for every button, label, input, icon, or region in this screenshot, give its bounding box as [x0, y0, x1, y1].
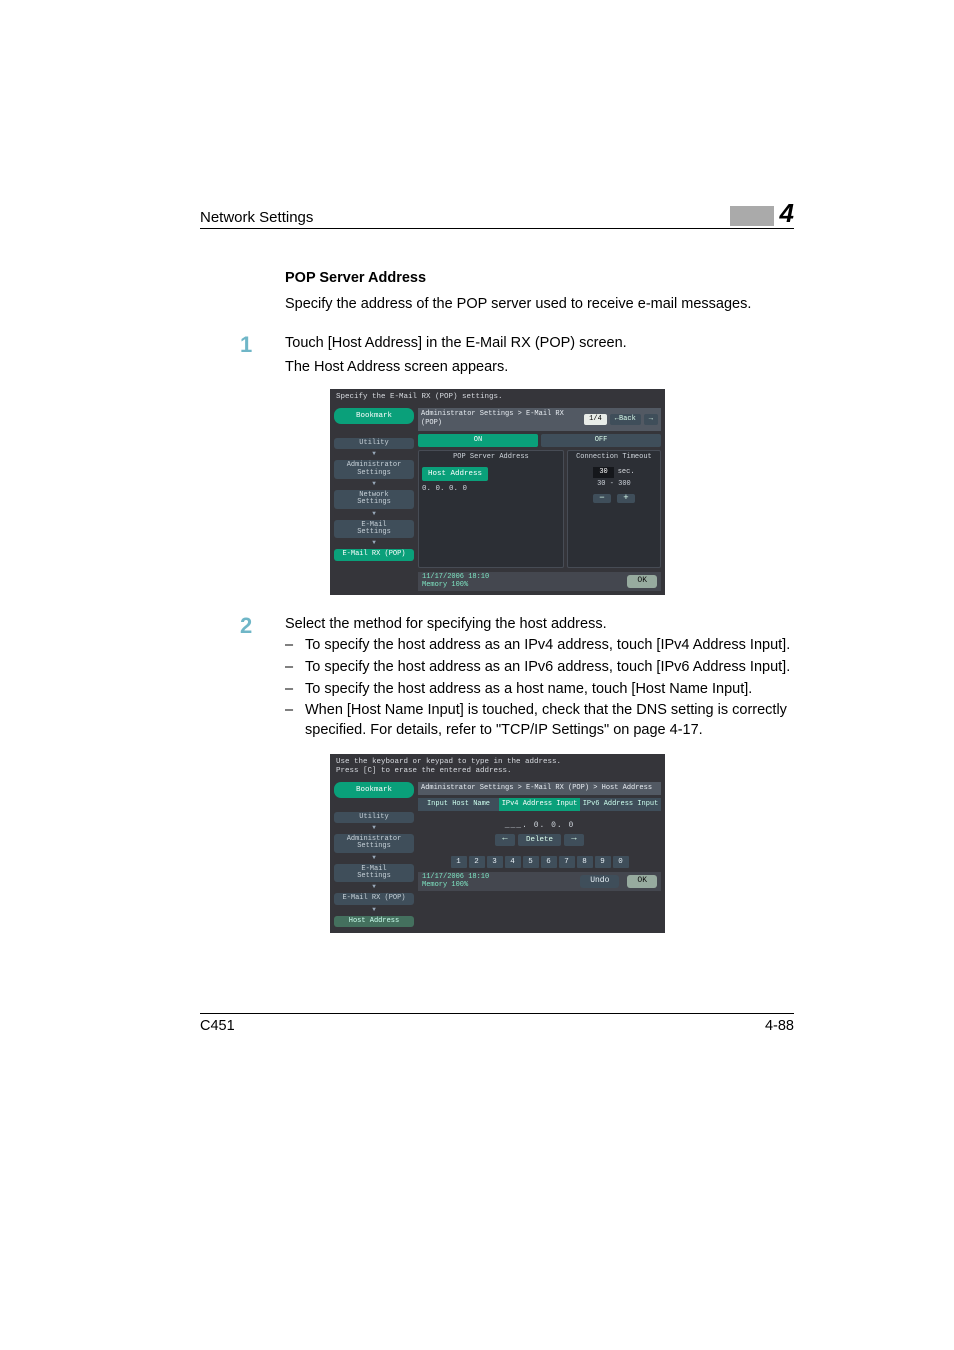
- topic-title: POP Server Address: [285, 269, 794, 289]
- panel1-instruction: Specify the E-Mail RX (POP) settings.: [330, 389, 665, 408]
- cursor-left-button[interactable]: ←: [495, 834, 515, 846]
- minus-button[interactable]: −: [593, 494, 611, 504]
- on-button[interactable]: ON: [418, 434, 538, 447]
- side-admin-settings[interactable]: Administrator Settings: [334, 460, 414, 479]
- side-email-settings[interactable]: E-Mail Settings: [334, 864, 414, 883]
- key-1[interactable]: 1: [451, 856, 467, 868]
- side-email-rx-pop[interactable]: E-Mail RX (POP): [334, 549, 414, 560]
- section-title: Network Settings: [200, 209, 313, 226]
- timeout-range: 30 - 300: [571, 480, 657, 489]
- chevron-down-icon: ▼: [334, 451, 414, 457]
- side-admin-settings[interactable]: Administrator Settings: [334, 834, 414, 853]
- footer-page: 4-88: [765, 1018, 794, 1034]
- key-5[interactable]: 5: [523, 856, 539, 868]
- key-8[interactable]: 8: [577, 856, 593, 868]
- ok-button[interactable]: OK: [627, 575, 657, 588]
- back-button[interactable]: ←Back: [610, 414, 641, 425]
- off-button[interactable]: OFF: [541, 434, 661, 447]
- breadcrumb: Administrator Settings > E-Mail RX (POP)…: [421, 784, 658, 793]
- forward-button[interactable]: →: [644, 414, 658, 425]
- side-utility[interactable]: Utility: [334, 812, 414, 823]
- chevron-down-icon: ▼: [334, 855, 414, 861]
- side-network-settings[interactable]: Network Settings: [334, 490, 414, 509]
- chevron-down-icon: ▼: [334, 540, 414, 546]
- chevron-down-icon: ▼: [334, 825, 414, 831]
- chevron-down-icon: ▼: [334, 907, 414, 913]
- host-address-button[interactable]: Host Address: [422, 467, 488, 481]
- step-number-1: 1: [240, 334, 285, 377]
- host-address-value: 0. 0. 0. 0: [422, 484, 560, 494]
- footer-model: C451: [200, 1018, 235, 1034]
- key-2[interactable]: 2: [469, 856, 485, 868]
- tab-ipv6-input[interactable]: IPv6 Address Input: [580, 798, 661, 811]
- page-footer: C451 4-88: [200, 1013, 794, 1034]
- timestamp: 11/17/2006 18:10 Memory 100%: [422, 574, 489, 589]
- step2-bullet: When [Host Name Input] is touched, check…: [305, 701, 794, 740]
- connection-timeout-label: Connection Timeout: [571, 453, 657, 462]
- side-host-address[interactable]: Host Address: [334, 916, 414, 927]
- bookmark-button[interactable]: Bookmark: [334, 408, 414, 424]
- pop-server-address-label: POP Server Address: [422, 453, 560, 462]
- tab-ipv4-input[interactable]: IPv4 Address Input: [499, 798, 580, 811]
- chevron-down-icon: ▼: [334, 884, 414, 890]
- step2-bullet: To specify the host address as an IPv6 a…: [305, 658, 794, 678]
- panel-host-address: Use the keyboard or keypad to type in th…: [330, 754, 665, 933]
- side-email-rx-pop[interactable]: E-Mail RX (POP): [334, 893, 414, 904]
- chapter-number: 4: [780, 200, 794, 226]
- breadcrumb: Administrator Settings > E-Mail RX (POP): [421, 410, 581, 429]
- ip-display: ___. 0. 0. 0: [418, 821, 661, 832]
- plus-button[interactable]: +: [617, 494, 635, 504]
- key-6[interactable]: 6: [541, 856, 557, 868]
- panel2-instruction: Use the keyboard or keypad to type in th…: [330, 754, 665, 781]
- chevron-down-icon: ▼: [334, 511, 414, 517]
- key-4[interactable]: 4: [505, 856, 521, 868]
- timeout-value: 30: [593, 467, 613, 478]
- panel-email-rx-pop: Specify the E-Mail RX (POP) settings. Bo…: [330, 389, 665, 595]
- chevron-down-icon: ▼: [334, 481, 414, 487]
- step2-bullet: To specify the host address as an IPv4 a…: [305, 636, 794, 656]
- topic-desc: Specify the address of the POP server us…: [285, 295, 794, 315]
- key-9[interactable]: 9: [595, 856, 611, 868]
- ok-button[interactable]: OK: [627, 875, 657, 888]
- numeric-keypad: 1 2 3 4 5 6 7 8 9 0: [418, 856, 661, 868]
- chapter-badge: 4: [730, 200, 794, 226]
- side-utility[interactable]: Utility: [334, 438, 414, 449]
- step1-subtext: The Host Address screen appears.: [285, 358, 794, 378]
- step-number-2: 2: [240, 615, 285, 742]
- step2-text: Select the method for specifying the hos…: [285, 615, 794, 635]
- chapter-bar: [730, 206, 774, 226]
- key-0[interactable]: 0: [613, 856, 629, 868]
- tab-input-host-name[interactable]: Input Host Name: [418, 798, 499, 811]
- step2-bullet: To specify the host address as a host na…: [305, 680, 794, 700]
- cursor-right-button[interactable]: →: [564, 834, 584, 846]
- undo-button[interactable]: Undo: [580, 875, 619, 888]
- delete-button[interactable]: Delete: [518, 834, 561, 846]
- timestamp: 11/17/2006 18:10 Memory 100%: [422, 874, 489, 889]
- bookmark-button[interactable]: Bookmark: [334, 782, 414, 798]
- key-7[interactable]: 7: [559, 856, 575, 868]
- page-header: Network Settings 4: [200, 200, 794, 229]
- side-email-settings[interactable]: E-Mail Settings: [334, 520, 414, 539]
- step1-text: Touch [Host Address] in the E-Mail RX (P…: [285, 334, 794, 354]
- timeout-unit: sec.: [618, 468, 635, 477]
- key-3[interactable]: 3: [487, 856, 503, 868]
- page-indicator: 1/4: [584, 414, 607, 425]
